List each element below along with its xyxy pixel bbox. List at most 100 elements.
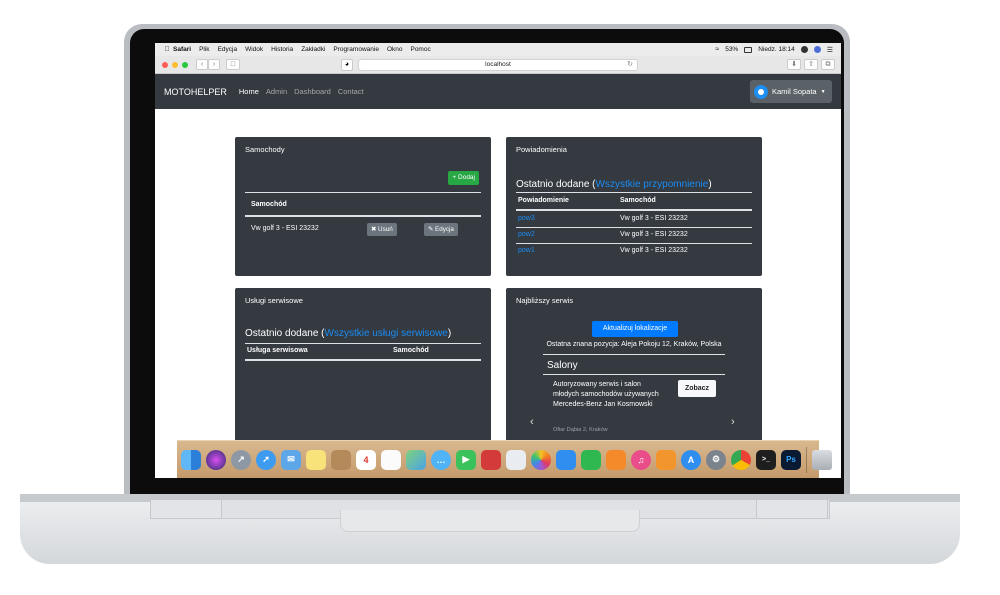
carousel-prev-icon[interactable]: ‹ [530, 416, 534, 428]
calendar-icon[interactable]: 4 [356, 449, 376, 470]
update-location-button[interactable]: Aktualizuj lokalizacje [592, 321, 678, 337]
url-text: localhost [485, 61, 511, 68]
facetime-icon[interactable]: ▶ [456, 449, 476, 470]
tabs-icon[interactable]: ⧉ [821, 59, 835, 70]
car-column-header: Samochód [251, 201, 287, 208]
service-column-header: Usługa serwisowa [247, 347, 308, 354]
app-store-icon[interactable]: A [681, 449, 701, 470]
heading-prefix: Ostatnio dodane ( [516, 179, 596, 190]
photo-booth-icon[interactable] [481, 449, 501, 470]
menu-okno[interactable]: Okno [387, 46, 403, 53]
menu-zakladki[interactable]: Zakładki [301, 46, 325, 53]
dock-separator [806, 446, 807, 473]
nav-dashboard[interactable]: Dashboard [294, 87, 331, 96]
back-button[interactable]: ‹ [196, 59, 208, 70]
maps-icon[interactable] [406, 449, 426, 470]
notif-link-pow1[interactable]: pow1 [518, 247, 535, 254]
reminders-icon[interactable] [381, 449, 401, 470]
divider [516, 192, 752, 193]
notifications-title: Powiadomienia [516, 145, 567, 154]
salon-address: Ofiar Dąbia 2, Kraków [553, 427, 608, 433]
notifications-heading: Ostatnio dodane (Wszystkie przypomnienie… [516, 179, 712, 190]
search-icon[interactable] [800, 46, 808, 53]
user-icon[interactable] [813, 46, 821, 53]
numbers-icon[interactable] [581, 449, 601, 470]
trash-icon[interactable] [812, 449, 832, 470]
list-icon[interactable]: ☰ [827, 46, 833, 54]
notif-link-pow3[interactable]: pow3 [518, 215, 535, 222]
notifications-card: Powiadomienia Ostatnio dodane (Wszystkie… [506, 137, 762, 276]
all-reminders-link[interactable]: Wszystkie przypomnienie [596, 179, 709, 190]
view-salon-button[interactable]: Zobacz [678, 380, 716, 397]
clock[interactable]: Niedz. 18:14 [758, 46, 795, 53]
share-icon[interactable]: ⇧ [804, 59, 818, 70]
siri-icon[interactable] [206, 449, 226, 470]
menu-pomoc[interactable]: Pomoc [410, 46, 430, 53]
sidebar-icon[interactable]: □ [226, 59, 240, 70]
preview-icon[interactable] [506, 449, 526, 470]
menu-edycja[interactable]: Edycja [218, 46, 238, 53]
laptop-hinge-right [756, 499, 828, 519]
wifi-icon[interactable]: ≈ [715, 46, 719, 53]
notif-car: Vw golf 3 - ESI 23232 [620, 215, 688, 222]
nav-admin[interactable]: Admin [266, 87, 287, 96]
notif-link-pow2[interactable]: pow2 [518, 231, 535, 238]
nav-home[interactable]: Home [239, 87, 259, 96]
chevron-down-icon: ▼ [820, 88, 826, 95]
all-services-link[interactable]: Wszystkie usługi serwisowe [325, 328, 448, 339]
divider [245, 215, 481, 217]
safari-icon[interactable]: ➚ [256, 449, 276, 470]
mail-icon[interactable]: ✉ [281, 449, 301, 470]
add-car-button[interactable]: + Dodaj [448, 171, 479, 185]
apple-icon[interactable]:  [161, 46, 173, 53]
nav-contact[interactable]: Contact [338, 87, 364, 96]
user-menu-button[interactable]: Kamil Sopata ▼ [750, 80, 832, 103]
user-name: Kamil Sopata [772, 87, 817, 96]
delete-car-button[interactable]: ✖ Usuń [367, 223, 397, 236]
cars-title: Samochody [245, 145, 285, 154]
avatar-icon [754, 84, 768, 99]
privacy-icon[interactable]: ◕ [341, 59, 353, 71]
reload-icon[interactable]: ↻ [627, 60, 633, 70]
divider [245, 359, 481, 361]
keynote-icon[interactable] [556, 449, 576, 470]
close-icon[interactable] [162, 61, 168, 68]
address-bar[interactable]: localhost ↻ [358, 59, 638, 71]
divider [516, 243, 752, 244]
system-preferences-icon[interactable]: ⚙ [706, 449, 726, 470]
chrome-icon[interactable] [731, 449, 751, 470]
pages-icon[interactable] [606, 449, 626, 470]
photos-icon[interactable] [531, 449, 551, 470]
finder-icon[interactable] [181, 449, 201, 470]
carousel-next-icon[interactable]: › [731, 416, 735, 428]
cars-card: Samochody + Dodaj Samochód Vw golf 3 - E… [235, 137, 491, 276]
ibooks-icon[interactable] [656, 449, 676, 470]
battery-percent: 53% [725, 46, 739, 53]
services-title: Usługi serwisowe [245, 296, 303, 305]
zoom-icon[interactable] [182, 61, 188, 68]
photoshop-icon[interactable]: Ps [781, 449, 801, 470]
menu-historia[interactable]: Historia [271, 46, 293, 53]
heading-suffix: ) [708, 179, 712, 190]
menu-programowanie[interactable]: Programowanie [333, 46, 379, 53]
menu-plik[interactable]: Plik [199, 46, 209, 53]
edit-car-button[interactable]: ✎ Edycja [424, 223, 458, 236]
divider [543, 354, 725, 355]
launchpad-icon[interactable]: ↗ [231, 449, 251, 470]
contacts-icon[interactable] [331, 449, 351, 470]
notes-icon[interactable] [306, 449, 326, 470]
terminal-icon[interactable]: >_ [756, 449, 776, 470]
menu-safari[interactable]: Safari [173, 46, 191, 53]
divider [516, 209, 752, 211]
messages-icon[interactable]: … [431, 449, 451, 470]
menu-widok[interactable]: Widok [245, 46, 263, 53]
itunes-icon[interactable]: ♫ [631, 449, 651, 470]
salon-name: Autoryzowany serwis i salon młodych samo… [553, 381, 659, 408]
status-area: ≈ 53% Niedz. 18:14 ☰ [715, 46, 841, 54]
forward-button[interactable]: › [208, 59, 220, 70]
brand[interactable]: MOTOHELPER [164, 87, 227, 97]
salony-title: Salony [547, 360, 578, 371]
battery-icon[interactable] [744, 46, 753, 53]
minimize-icon[interactable] [172, 61, 178, 68]
download-icon[interactable]: ⬇ [787, 59, 801, 70]
